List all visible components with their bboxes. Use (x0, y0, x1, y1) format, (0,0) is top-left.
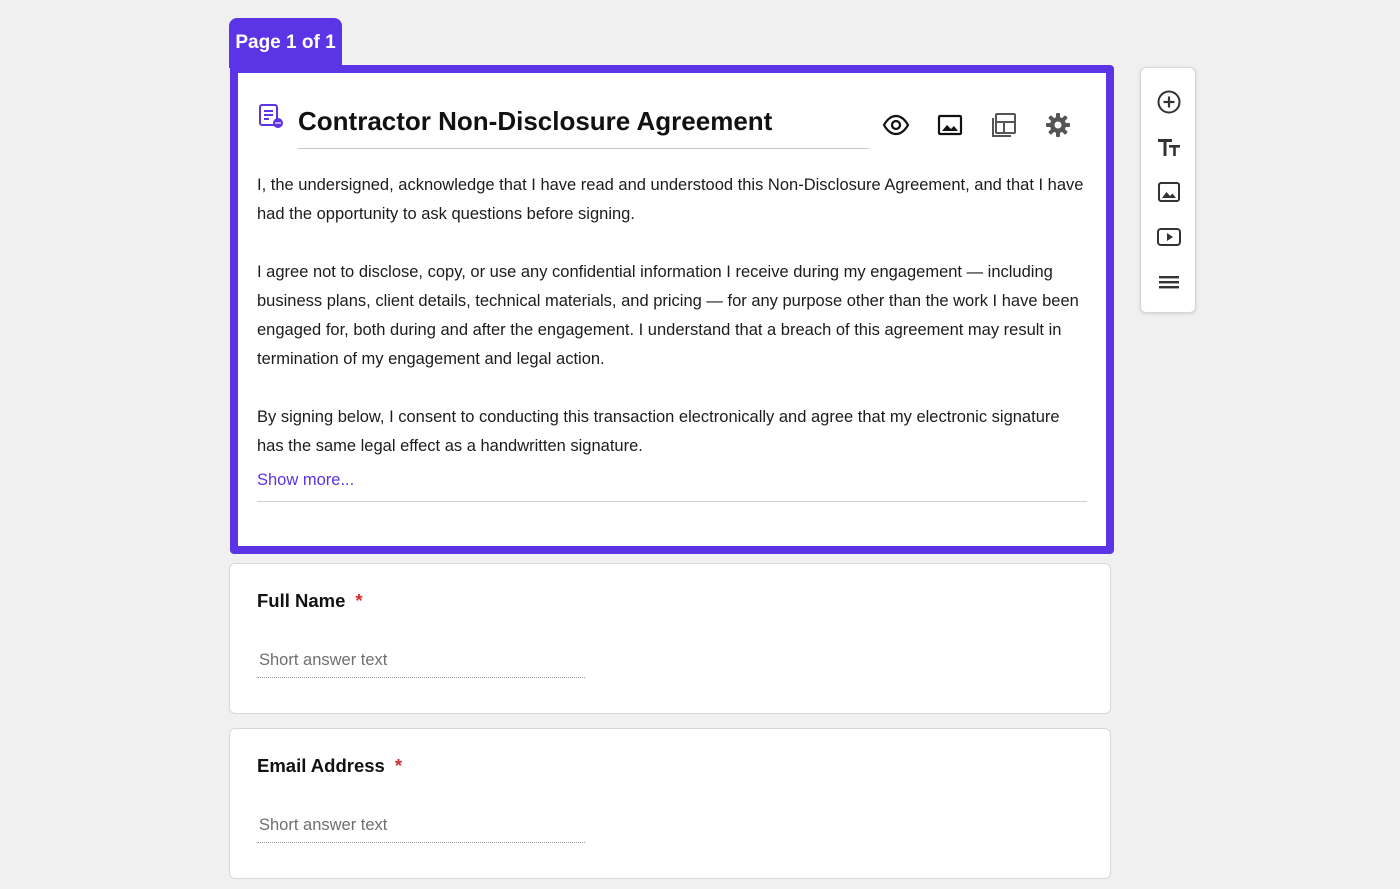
question-card-full-name[interactable]: Full Name * (229, 563, 1111, 714)
add-video-button[interactable] (1155, 223, 1183, 251)
question-title: Full Name (257, 590, 346, 611)
image-icon (937, 114, 963, 136)
form-title: Contractor Non-Disclosure Agreement (298, 106, 773, 136)
add-question-button[interactable] (1155, 88, 1183, 116)
question-label: Email Address * (257, 755, 402, 777)
layout-button[interactable] (990, 111, 1018, 139)
add-title-button[interactable] (1155, 133, 1183, 161)
form-description[interactable]: I, the undersigned, acknowledge that I h… (257, 171, 1087, 461)
section-icon (1159, 276, 1179, 289)
page-tab[interactable]: Page 1 of 1 (229, 18, 342, 68)
image-icon (1158, 182, 1180, 202)
form-icon (258, 103, 284, 129)
settings-button[interactable] (1044, 111, 1072, 139)
layout-icon (992, 113, 1016, 137)
question-label: Full Name * (257, 590, 363, 612)
add-circle-icon (1157, 90, 1181, 114)
side-toolbar (1140, 67, 1196, 313)
form-header-card[interactable]: Contractor Non-Disclosure Agreement I, t… (230, 65, 1114, 554)
form-title-field[interactable]: Contractor Non-Disclosure Agreement (298, 101, 869, 149)
form-editor: Page 1 of 1 Contractor Non-Disclosure Ag… (0, 0, 1400, 889)
description-underline (257, 501, 1087, 502)
required-asterisk: * (394, 755, 403, 776)
video-icon (1157, 228, 1181, 246)
description-paragraph: I, the undersigned, acknowledge that I h… (257, 176, 1084, 223)
required-asterisk: * (355, 590, 363, 611)
show-more-link[interactable]: Show more... (257, 471, 354, 490)
gear-icon (1046, 113, 1070, 137)
question-title: Email Address (257, 755, 385, 776)
description-paragraph: I agree not to disclose, copy, or use an… (257, 263, 1079, 368)
full-name-input[interactable] (257, 644, 585, 678)
question-card-email[interactable]: Email Address * (229, 728, 1111, 879)
eye-icon (882, 114, 910, 136)
add-section-button[interactable] (1155, 268, 1183, 296)
description-paragraph: By signing below, I consent to conductin… (257, 408, 1060, 455)
add-image-button[interactable] (1155, 178, 1183, 206)
text-size-icon (1158, 139, 1180, 156)
header-image-button[interactable] (936, 111, 964, 139)
email-address-input[interactable] (257, 809, 585, 843)
preview-button[interactable] (882, 111, 910, 139)
